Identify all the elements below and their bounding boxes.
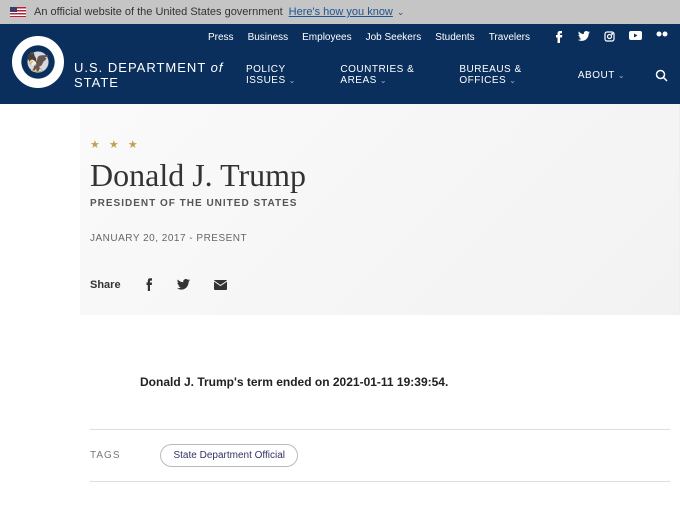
bio-title: PRESIDENT OF THE UNITED STATES: [90, 198, 639, 209]
nav-students[interactable]: Students: [435, 32, 474, 43]
nav-employees[interactable]: Employees: [302, 32, 351, 43]
chevron-down-icon: ⌄: [380, 76, 387, 85]
utility-nav: Press Business Employees Job Seekers Stu…: [0, 24, 680, 50]
search-icon[interactable]: [655, 69, 668, 82]
gov-banner-link[interactable]: Here's how you know: [289, 6, 393, 18]
body-text: Donald J. Trump's term ended on 2021-01-…: [80, 315, 680, 429]
tags-label: TAGS: [90, 450, 120, 461]
nav-about[interactable]: ABOUT⌄: [578, 70, 625, 81]
share-row: Share: [90, 278, 639, 291]
stars-decoration: ★ ★ ★: [90, 138, 639, 151]
flickr-icon[interactable]: [656, 31, 668, 43]
content-wrap: ★ ★ ★ Donald J. Trump PRESIDENT OF THE U…: [0, 104, 680, 482]
instagram-icon[interactable]: [604, 31, 615, 43]
main-header: U.S. DEPARTMENT of STATE POLICY ISSUES⌄ …: [0, 50, 680, 104]
share-label: Share: [90, 279, 121, 291]
chevron-down-icon: ⌄: [509, 76, 516, 85]
nav-job-seekers[interactable]: Job Seekers: [366, 32, 422, 43]
bio-header: ★ ★ ★ Donald J. Trump PRESIDENT OF THE U…: [80, 104, 680, 315]
state-dept-seal-icon[interactable]: [12, 36, 64, 88]
nav-countries-areas[interactable]: COUNTRIES & AREAS⌄: [340, 64, 439, 86]
twitter-icon[interactable]: [578, 31, 590, 43]
chevron-down-icon: ⌄: [618, 71, 625, 80]
gov-banner-text: An official website of the United States…: [34, 6, 283, 18]
nav-business[interactable]: Business: [248, 32, 289, 43]
share-twitter-icon[interactable]: [177, 279, 190, 290]
chevron-down-icon: ⌄: [289, 76, 296, 85]
share-facebook-icon[interactable]: [145, 278, 153, 291]
term-dates: JANUARY 20, 2017 - PRESENT: [90, 233, 639, 244]
nav-travelers[interactable]: Travelers: [489, 32, 530, 43]
us-flag-icon: [10, 7, 26, 17]
nav-policy-issues[interactable]: POLICY ISSUES⌄: [246, 64, 320, 86]
tag-pill[interactable]: State Department Official: [160, 444, 298, 467]
tags-section: TAGS State Department Official: [90, 429, 670, 482]
youtube-icon[interactable]: [629, 31, 642, 43]
nav-press[interactable]: Press: [208, 32, 234, 43]
dept-name[interactable]: U.S. DEPARTMENT of STATE: [74, 60, 246, 90]
chevron-down-icon: ⌄: [397, 7, 405, 18]
nav-bureaus-offices[interactable]: BUREAUS & OFFICES⌄: [459, 64, 558, 86]
share-email-icon[interactable]: [214, 280, 227, 290]
social-icons: [554, 31, 668, 43]
main-nav: POLICY ISSUES⌄ COUNTRIES & AREAS⌄ BUREAU…: [246, 64, 668, 86]
bio-name: Donald J. Trump: [90, 157, 639, 194]
facebook-icon[interactable]: [554, 31, 564, 43]
gov-banner: An official website of the United States…: [0, 0, 680, 24]
